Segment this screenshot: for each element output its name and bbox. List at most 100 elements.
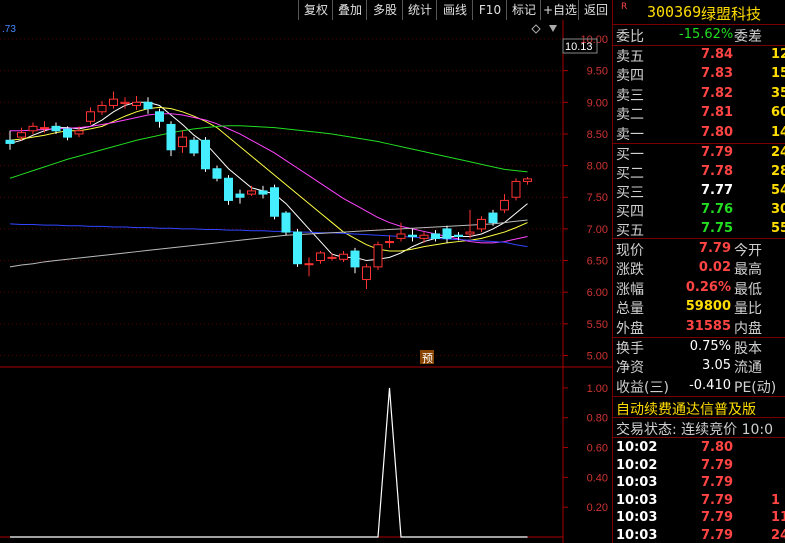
stat-value: 3.05 xyxy=(702,358,731,374)
stat-label: 现价 xyxy=(616,243,644,259)
candle xyxy=(500,194,509,214)
candle xyxy=(281,211,291,236)
price-tick-label: 9.50 xyxy=(587,66,608,78)
stat-label: 涨跌 xyxy=(616,262,644,279)
bid-price: 7.77 xyxy=(701,183,734,198)
collapse-icon[interactable] xyxy=(549,25,557,32)
candle xyxy=(132,95,141,110)
price-grid xyxy=(0,38,563,357)
tick-price: 7.80 xyxy=(701,440,734,455)
price-tick-label: 5.00 xyxy=(587,351,608,363)
ma-line xyxy=(10,113,528,244)
candle xyxy=(212,165,222,182)
f10-button[interactable]: F10 xyxy=(472,0,507,20)
stat-value: 59800 xyxy=(685,299,731,315)
kline-chart[interactable]: 10.009.509.008.508.007.507.006.506.005.5… xyxy=(0,20,612,543)
stat-label-2: 股本 xyxy=(734,341,762,357)
ask-volume: 60 xyxy=(771,105,785,121)
candle xyxy=(350,247,360,274)
price-tick-label: 8.00 xyxy=(587,161,608,173)
ma-line xyxy=(9,219,528,268)
candle xyxy=(258,185,268,199)
stat-value: 31585 xyxy=(685,318,731,334)
draw-line-button[interactable]: 画线 xyxy=(436,0,473,20)
bid-volume: 30 xyxy=(771,202,785,217)
indicator-axis: 1.00 0.80 0.60 0.40 0.20 xyxy=(563,383,608,514)
bid-price: 7.75 xyxy=(701,221,734,236)
fuquan-button[interactable]: 复权 xyxy=(298,0,333,20)
candle xyxy=(511,178,521,201)
ask-label: 卖三 xyxy=(616,87,644,104)
tick-time: 10:02 xyxy=(616,440,658,455)
candle xyxy=(235,189,245,204)
candle xyxy=(523,176,532,185)
bid-price: 7.78 xyxy=(701,164,734,179)
ask-volume: 140 xyxy=(771,124,785,140)
candles xyxy=(5,91,532,290)
tick-volume: 11 xyxy=(771,510,785,525)
weicha-label: 委差 xyxy=(734,29,762,45)
multi-stock-button[interactable]: 多股 xyxy=(366,0,403,20)
stat-value: 0.26% xyxy=(685,279,731,295)
price-tick-label: 9.00 xyxy=(587,97,608,109)
price-tick-label: 7.00 xyxy=(587,224,608,236)
candle xyxy=(189,137,199,157)
promo-link[interactable]: 自动续费通达信普及版 xyxy=(616,399,756,419)
ask-price: 7.83 xyxy=(701,66,734,82)
candle xyxy=(385,235,394,248)
candle xyxy=(327,252,337,261)
candle xyxy=(28,122,38,134)
ask-label: 卖五 xyxy=(616,49,644,65)
ask-label: 卖四 xyxy=(616,68,644,85)
bid-volume: 24 xyxy=(771,145,785,160)
stat-value: -0.410 xyxy=(689,377,731,393)
candle xyxy=(247,185,256,196)
weibi-value: -15.62% xyxy=(679,27,734,42)
stat-label: 净资 xyxy=(616,360,644,377)
stat-label-2: 内盘 xyxy=(734,320,762,337)
candle xyxy=(109,91,118,109)
indicator-series xyxy=(10,387,528,538)
weibi-label: 委比 xyxy=(616,29,644,45)
ask-volume: 12 xyxy=(771,47,785,62)
stat-label: 外盘 xyxy=(616,320,644,337)
mark-button[interactable]: 标记 xyxy=(506,0,541,20)
stat-label: 收益(三) xyxy=(616,379,669,396)
candle xyxy=(155,108,164,128)
indicator-line xyxy=(10,387,528,538)
diamond-icon[interactable] xyxy=(531,24,541,34)
price-marker: 10.13 xyxy=(565,41,593,53)
stat-label-2: 量比 xyxy=(734,301,762,318)
bid-label: 买五 xyxy=(616,223,644,239)
tick-time: 10:03 xyxy=(616,475,658,490)
stat-label: 换手 xyxy=(616,341,644,357)
stock-name: 绿盟科技 xyxy=(701,5,762,23)
stock-code: 300369 xyxy=(647,3,702,21)
indicator-tick-label: 0.40 xyxy=(587,472,608,484)
tick-time: 10:03 xyxy=(616,527,658,543)
bid-label: 买四 xyxy=(616,204,644,220)
price-tick-label: 5.50 xyxy=(587,319,608,331)
candle xyxy=(304,257,314,277)
tick-price: 7.79 xyxy=(701,492,734,508)
statistics-button[interactable]: 统计 xyxy=(402,0,437,20)
candle xyxy=(40,121,49,133)
trade-status: 交易状态: 连续竞价 10:0 xyxy=(616,422,774,438)
add-watchlist-button[interactable]: +自选 xyxy=(540,0,579,20)
r-badge: R xyxy=(621,2,628,12)
candle xyxy=(293,228,302,267)
back-button[interactable]: 返回 xyxy=(578,0,613,20)
indicator-tick-label: 0.20 xyxy=(587,502,608,514)
bid-price: 7.79 xyxy=(701,145,734,160)
candle xyxy=(442,225,452,243)
indicator-tick-label: 0.80 xyxy=(587,413,608,425)
price-axis: 10.009.509.008.508.007.507.006.506.005.5… xyxy=(563,34,608,363)
stat-value: 0.75% xyxy=(689,339,731,354)
ask-volume: 15 xyxy=(771,66,785,82)
tick-price: 7.79 xyxy=(701,510,734,525)
ask-price: 7.82 xyxy=(701,85,734,101)
bid-volume: 28 xyxy=(771,164,785,179)
overlay-button[interactable]: 叠加 xyxy=(332,0,367,20)
indicator-tick-label: 1.00 xyxy=(587,383,608,395)
ask-label: 卖二 xyxy=(616,107,644,124)
